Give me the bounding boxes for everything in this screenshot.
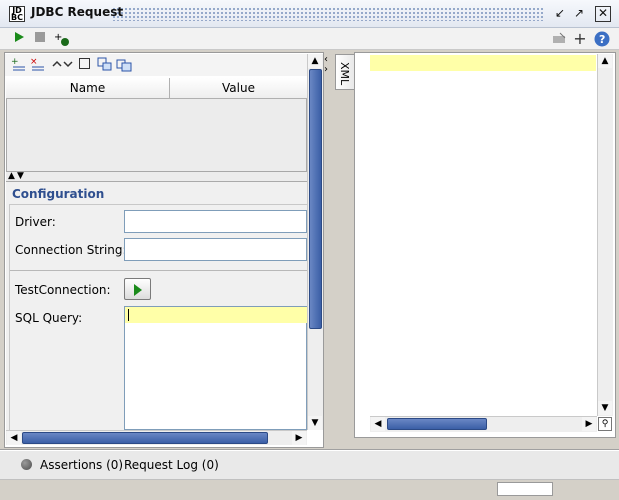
test-connection-button[interactable] [124, 278, 151, 300]
panel-collapse-strip[interactable]: ‹ › [324, 52, 333, 448]
svg-text:+: + [11, 57, 19, 67]
add-property-icon[interactable]: + [11, 56, 27, 72]
column-header-name[interactable]: Name [6, 78, 170, 99]
remove-property-icon[interactable]: × [30, 56, 46, 72]
chevron-up-icon[interactable]: ▲ [8, 172, 15, 181]
save-properties-icon[interactable] [116, 56, 132, 72]
text-caret [128, 309, 129, 321]
left-horizontal-scroll-thumb[interactable] [22, 432, 268, 444]
column-header-value[interactable]: Value [170, 78, 307, 99]
sql-query-editor[interactable] [124, 306, 307, 430]
right-vertical-scrollbar[interactable] [597, 54, 613, 416]
sql-query-label: SQL Query: [15, 311, 83, 325]
scroll-right-icon[interactable]: ▶ [292, 431, 306, 445]
properties-table-header: Name Value [6, 78, 307, 99]
scroll-down-icon[interactable]: ▼ [598, 401, 612, 415]
left-vertical-scroll-thumb[interactable] [309, 69, 322, 329]
right-horizontal-scroll-thumb[interactable] [387, 418, 487, 430]
xml-tab-label: XML [338, 62, 351, 86]
chevron-down-icon[interactable]: ▼ [17, 172, 24, 181]
help-icon[interactable]: ? [594, 31, 610, 47]
maximize-icon[interactable]: ↗ [571, 6, 587, 22]
load-properties-icon[interactable] [97, 56, 113, 72]
xml-current-line [370, 55, 596, 71]
status-field [497, 482, 553, 496]
tune-icon[interactable] [551, 31, 567, 47]
scroll-left-icon[interactable]: ◀ [7, 431, 21, 445]
scroll-up-icon[interactable]: ▲ [308, 54, 322, 68]
minimize-icon[interactable]: ↙ [552, 6, 568, 22]
title-bar-grip [112, 7, 544, 21]
sql-current-line [125, 307, 307, 323]
assertions-status-icon [21, 459, 32, 470]
collapse-right-icon[interactable]: › [324, 64, 328, 75]
jdbc-icon: JD BC [9, 6, 25, 22]
zoom-icon[interactable]: ⚲ [598, 417, 612, 431]
properties-splitter[interactable]: ▲ ▼ [6, 172, 307, 182]
move-up-icon[interactable] [52, 56, 62, 72]
connection-string-field[interactable] [124, 238, 307, 261]
scroll-down-icon[interactable]: ▼ [308, 416, 322, 430]
clear-icon[interactable] [79, 58, 90, 69]
main-toolbar [0, 28, 619, 50]
configuration-title: Configuration [12, 187, 105, 201]
scroll-up-icon[interactable]: ▲ [598, 54, 612, 68]
test-connection-label: TestConnection: [15, 283, 111, 297]
svg-text:×: × [30, 57, 38, 67]
play-icon [134, 284, 142, 296]
driver-field[interactable] [124, 210, 307, 233]
close-icon[interactable]: ✕ [595, 6, 611, 22]
window-title: JDBC Request [31, 5, 124, 19]
divider [10, 270, 307, 271]
request-log-tab[interactable]: Request Log (0) [124, 458, 219, 472]
scroll-right-icon[interactable]: ▶ [582, 417, 596, 431]
stop-icon[interactable] [32, 31, 48, 47]
properties-toolbar [5, 54, 307, 76]
xml-response-editor[interactable] [370, 55, 596, 415]
assertions-tab[interactable]: Assertions (0) [40, 458, 123, 472]
plus-icon[interactable]: + [572, 31, 588, 47]
move-down-icon[interactable] [63, 56, 73, 72]
svg-text:?: ? [599, 33, 605, 46]
scroll-left-icon[interactable]: ◀ [371, 417, 385, 431]
play-icon[interactable] [11, 31, 27, 47]
driver-label: Driver: [15, 215, 56, 229]
add-step-icon[interactable]: + [54, 31, 70, 47]
connection-string-label: Connection String: [15, 243, 127, 257]
